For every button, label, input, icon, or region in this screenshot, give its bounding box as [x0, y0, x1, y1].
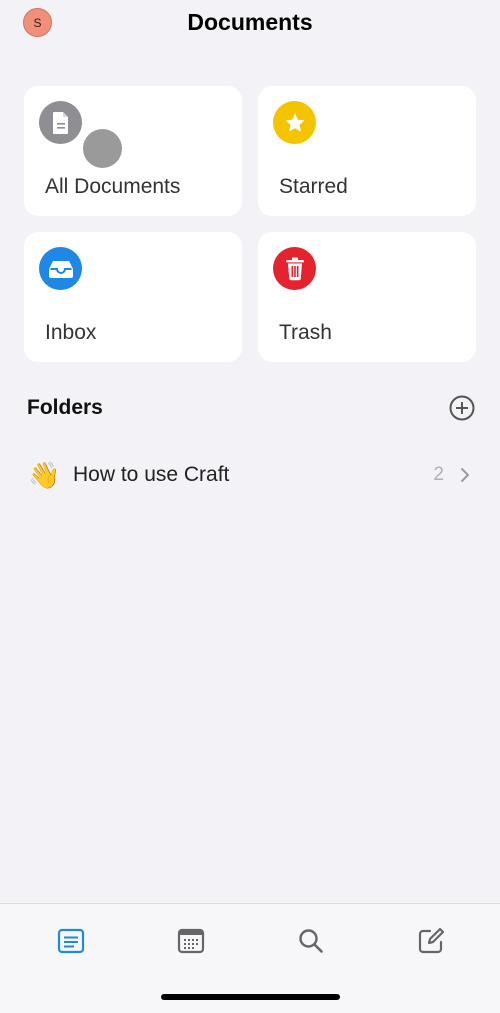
tab-compose[interactable] [411, 921, 451, 961]
trash-icon [273, 247, 316, 290]
folder-count: 2 [433, 464, 444, 485]
all-documents-label: All Documents [45, 175, 181, 198]
add-folder-button[interactable] [449, 395, 475, 421]
plus-circle-icon [449, 395, 475, 421]
tab-documents[interactable] [51, 921, 91, 961]
inbox-tray-icon [39, 247, 82, 290]
starred-card[interactable]: Starred [258, 86, 476, 216]
inbox-card[interactable]: Inbox [24, 232, 242, 362]
trash-label: Trash [279, 321, 332, 344]
trash-card[interactable]: Trash [258, 232, 476, 362]
tab-calendar[interactable] [171, 921, 211, 961]
folder-name: How to use Craft [73, 463, 230, 486]
search-icon [299, 929, 323, 953]
folder-row[interactable]: 👋 How to use Craft 2 [0, 450, 500, 500]
documents-list-icon [57, 928, 85, 954]
compose-icon [418, 927, 445, 954]
chevron-right-icon [461, 468, 469, 482]
calendar-icon [177, 928, 205, 954]
waving-hand-icon: 👋 [28, 460, 61, 490]
folders-heading: Folders [27, 396, 103, 419]
all-documents-card[interactable]: All Documents [24, 86, 242, 216]
home-indicator [161, 994, 340, 1000]
starred-label: Starred [279, 175, 348, 198]
drag-placeholder-circle [83, 129, 122, 168]
header: S Documents [0, 0, 500, 50]
page-title: Documents [187, 9, 313, 35]
inbox-label: Inbox [45, 321, 97, 344]
star-icon [273, 101, 316, 144]
document-icon [39, 101, 82, 144]
tab-search[interactable] [291, 921, 331, 961]
